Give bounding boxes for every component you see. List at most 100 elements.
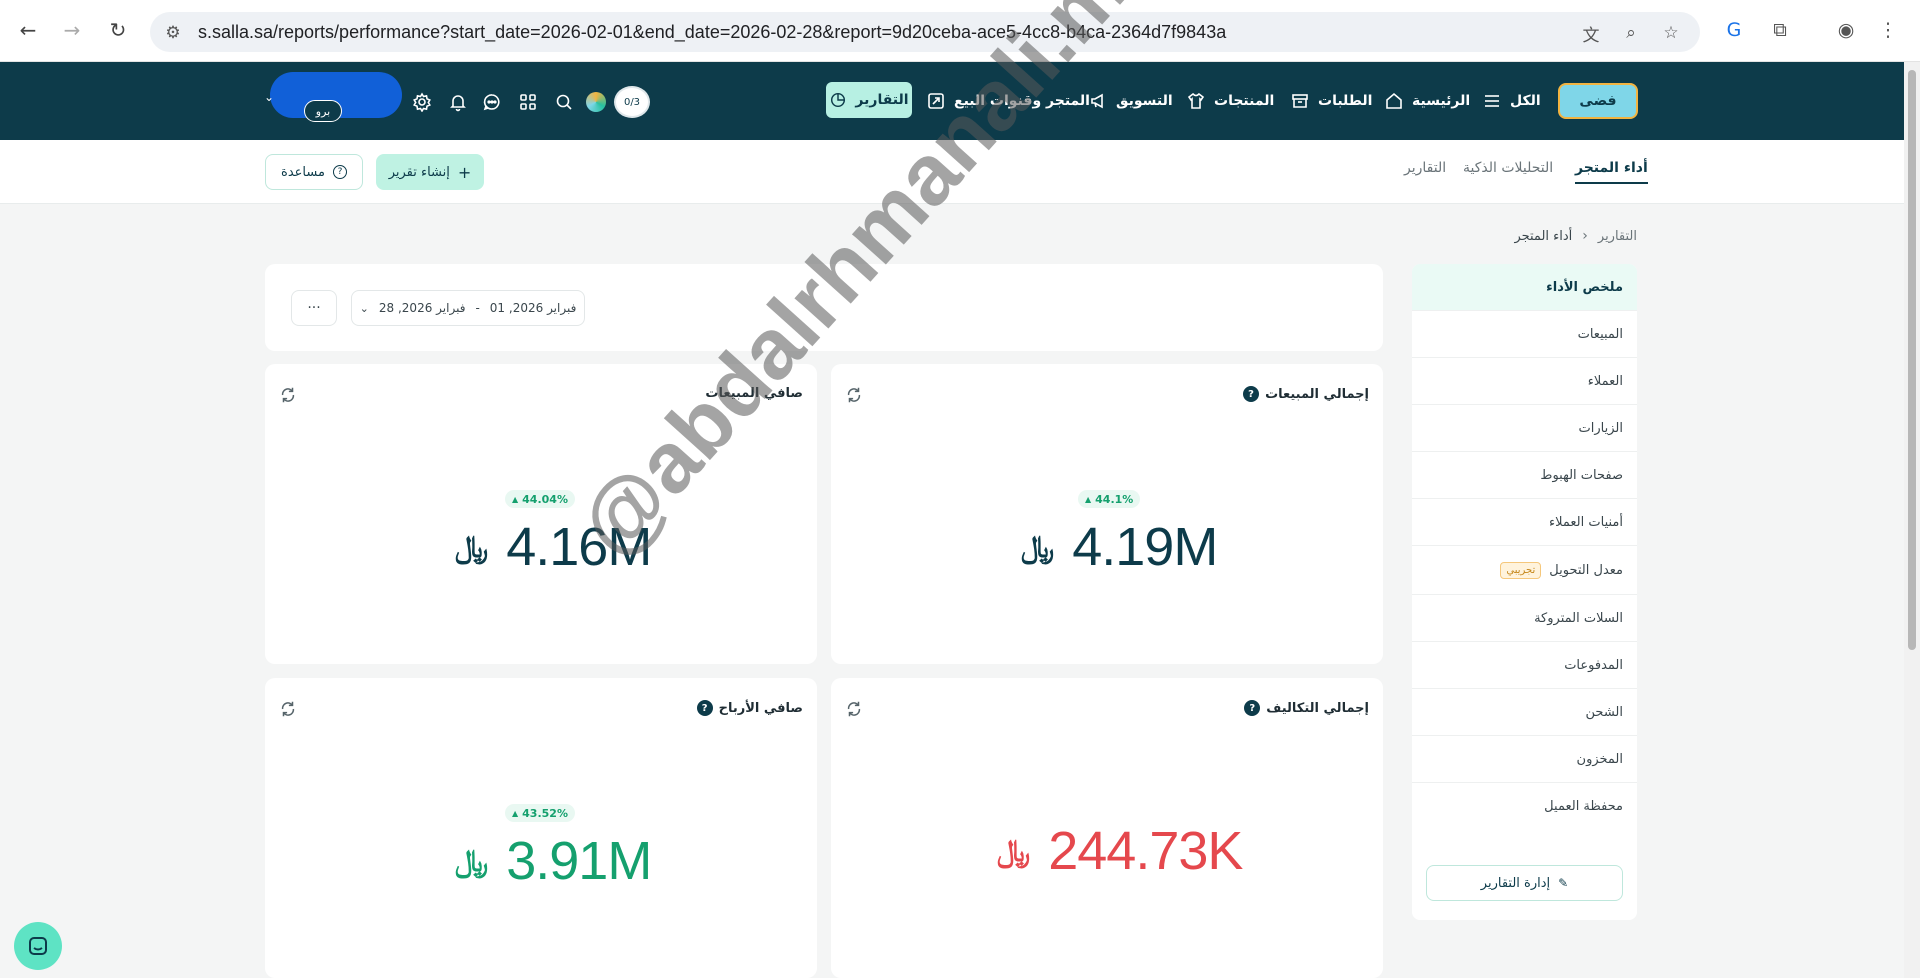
sidebar-item-landing-pages[interactable]: صفحات الهبوط bbox=[1412, 452, 1637, 499]
refresh-icon[interactable] bbox=[845, 700, 863, 718]
archive-icon bbox=[1292, 94, 1308, 108]
change-value: 44.1% bbox=[1095, 492, 1134, 506]
app-top-nav: فضى الكل الرئيسية الطلبات المنتجات التسو… bbox=[0, 62, 1920, 140]
metric-card-total-costs: إجمالي التكاليف ? ﷼ 244.73K bbox=[831, 678, 1383, 978]
nav-item-all[interactable]: الكل bbox=[1482, 86, 1541, 116]
search-icon[interactable] bbox=[552, 90, 576, 114]
zoom-icon[interactable]: ⌕ bbox=[1618, 20, 1644, 46]
store-logo[interactable]: فضى bbox=[1558, 83, 1638, 119]
breadcrumb-root[interactable]: التقارير bbox=[1598, 229, 1637, 244]
page-scrollbar[interactable] bbox=[1904, 62, 1920, 978]
breadcrumb-current: أداء المتجر bbox=[1514, 228, 1573, 244]
sidebar-item-label: السلات المتروكة bbox=[1534, 610, 1623, 626]
tab-reports[interactable]: التقارير bbox=[1404, 160, 1446, 184]
sidebar-item-label: المخزون bbox=[1576, 751, 1623, 767]
refresh-icon[interactable] bbox=[845, 386, 863, 404]
help-icon[interactable]: ? bbox=[696, 700, 713, 716]
sidebar-item-customers[interactable]: العملاء bbox=[1412, 358, 1637, 405]
chat-icon[interactable] bbox=[480, 90, 504, 114]
nav-label-orders: الطلبات bbox=[1318, 93, 1373, 109]
help-label: مساعدة bbox=[281, 164, 325, 180]
sidebar-item-visits[interactable]: الزيارات bbox=[1412, 405, 1637, 452]
metric-value-row: ﷼ 4.16M bbox=[455, 516, 652, 578]
chevron-right-icon: › bbox=[1582, 228, 1588, 244]
sidebar-item-abandoned-carts[interactable]: السلات المتروكة bbox=[1412, 595, 1637, 642]
google-translate-extension-icon[interactable]: G bbox=[1718, 14, 1750, 46]
notification-bell-icon[interactable] bbox=[446, 90, 470, 114]
help-button[interactable]: مساعدة ? bbox=[265, 154, 363, 190]
nav-label-reports: التقارير bbox=[855, 92, 909, 108]
sidebar-item-label: المبيعات bbox=[1577, 326, 1623, 342]
browser-menu-icon[interactable]: ⋮ bbox=[1872, 14, 1904, 46]
menu-icon bbox=[1485, 95, 1499, 107]
plan-badge: برو bbox=[304, 100, 342, 122]
address-bar[interactable]: ⚙ s.salla.sa/reports/performance?start_d… bbox=[150, 12, 1700, 52]
date-start: فبراير 2026, 01 bbox=[489, 301, 577, 315]
nav-item-store-channels[interactable]: المتجر وقنوات البيع bbox=[926, 86, 1090, 116]
sidebar-item-shipping[interactable]: الشحن bbox=[1412, 689, 1637, 736]
more-options-button[interactable]: ··· bbox=[291, 290, 337, 326]
reload-icon[interactable]: ↻ bbox=[102, 14, 134, 46]
translate-icon[interactable]: 文 bbox=[1578, 20, 1604, 46]
sidebar-item-inventory[interactable]: المخزون bbox=[1412, 736, 1637, 783]
date-separator: - bbox=[475, 301, 480, 315]
help-icon[interactable]: ? bbox=[1244, 700, 1261, 716]
date-range-picker[interactable]: ⌄ فبراير 2026, 28 - فبراير 2026, 01 bbox=[351, 290, 585, 326]
sidebar-item-sales[interactable]: المبيعات bbox=[1412, 311, 1637, 358]
sidebar-item-label: محفظة العميل bbox=[1544, 799, 1623, 814]
reports-tabbar: أداء المتجر التحليلات الذكية التقارير إن… bbox=[0, 140, 1920, 204]
sidebar-item-customer-wallet[interactable]: محفظة العميل bbox=[1412, 783, 1637, 830]
metric-card-net-profit: صافي الأرباح ? ▲ 43.52% ﷼ 3.91M bbox=[265, 678, 817, 978]
nav-item-home[interactable]: الرئيسية bbox=[1384, 86, 1470, 116]
forward-arrow-icon[interactable]: → bbox=[56, 14, 88, 46]
help-icon[interactable]: ? bbox=[1243, 386, 1260, 402]
nav-item-marketing[interactable]: التسويق bbox=[1088, 86, 1173, 116]
sidebar-item-payments[interactable]: المدفوعات bbox=[1412, 642, 1637, 689]
pie-chart-icon bbox=[831, 92, 846, 108]
sidebar-item-customer-wishes[interactable]: أمنيات العملاء bbox=[1412, 499, 1637, 546]
refresh-icon[interactable] bbox=[279, 700, 297, 718]
extensions-puzzle-icon[interactable]: ⧉ bbox=[1764, 14, 1796, 46]
sidebar-item-label: الزيارات bbox=[1578, 420, 1623, 436]
sidebar-item-performance-summary[interactable]: ملخص الأداء bbox=[1412, 264, 1637, 311]
sidebar-item-label: صفحات الهبوط bbox=[1540, 467, 1623, 483]
metric-title: إجمالي التكاليف ? bbox=[1244, 700, 1369, 716]
tab-store-performance[interactable]: أداء المتجر bbox=[1575, 160, 1648, 184]
settings-gear-icon[interactable] bbox=[410, 90, 434, 114]
riyal-icon: ﷼ bbox=[455, 529, 489, 565]
sidebar-item-label: المدفوعات bbox=[1564, 657, 1623, 673]
user-menu-chevron-down-icon[interactable]: ⌄ bbox=[264, 90, 274, 104]
scrollbar-thumb[interactable] bbox=[1908, 70, 1916, 650]
nav-item-reports[interactable]: التقارير bbox=[826, 82, 912, 118]
apps-grid-icon[interactable] bbox=[516, 90, 540, 114]
change-value: 43.52% bbox=[522, 806, 568, 820]
site-settings-icon[interactable]: ⚙ bbox=[160, 20, 186, 46]
metric-card-net-sales: صافي المبيعات ▲ 44.04% ﷼ 4.16M bbox=[265, 364, 817, 664]
manage-reports-button[interactable]: إدارة التقارير ✎ bbox=[1426, 865, 1623, 901]
manage-reports-label: إدارة التقارير bbox=[1480, 875, 1551, 891]
url-text[interactable]: s.salla.sa/reports/performance?start_dat… bbox=[198, 22, 1226, 43]
sidebar-item-label: أمنيات العملاء bbox=[1549, 514, 1623, 530]
nav-item-orders[interactable]: الطلبات bbox=[1290, 86, 1372, 116]
ai-assistant-icon[interactable] bbox=[586, 92, 606, 112]
metric-card-total-sales: إجمالي المبيعات ? ▲ 44.1% ﷼ 4.19M bbox=[831, 364, 1383, 664]
back-arrow-icon[interactable]: ← bbox=[12, 14, 44, 46]
nav-label-store-channels: المتجر وقنوات البيع bbox=[954, 93, 1090, 109]
refresh-icon[interactable] bbox=[279, 386, 297, 404]
profile-icon[interactable]: ◉ bbox=[1830, 14, 1862, 46]
sidebar-item-label: ملخص الأداء bbox=[1546, 279, 1623, 295]
nav-label-all: الكل bbox=[1510, 93, 1541, 109]
onboarding-progress-counter[interactable]: 0/3 bbox=[614, 86, 650, 118]
sidebar-item-label: العملاء bbox=[1587, 373, 1623, 389]
plus-icon: + bbox=[457, 162, 472, 182]
riyal-icon: ﷼ bbox=[455, 843, 489, 879]
support-chat-button[interactable] bbox=[14, 922, 62, 970]
bookmark-star-icon[interactable]: ☆ bbox=[1658, 20, 1684, 46]
riyal-icon: ﷼ bbox=[1021, 529, 1055, 565]
tab-smart-analytics[interactable]: التحليلات الذكية bbox=[1463, 160, 1553, 184]
metric-value: 4.16M bbox=[506, 517, 652, 577]
nav-item-products[interactable]: المنتجات bbox=[1186, 86, 1274, 116]
create-report-label: إنشاء تقرير bbox=[388, 164, 450, 180]
sidebar-item-conversion-rate[interactable]: معدل التحويل تجريبي bbox=[1412, 546, 1637, 595]
create-report-button[interactable]: إنشاء تقرير + bbox=[376, 154, 484, 190]
